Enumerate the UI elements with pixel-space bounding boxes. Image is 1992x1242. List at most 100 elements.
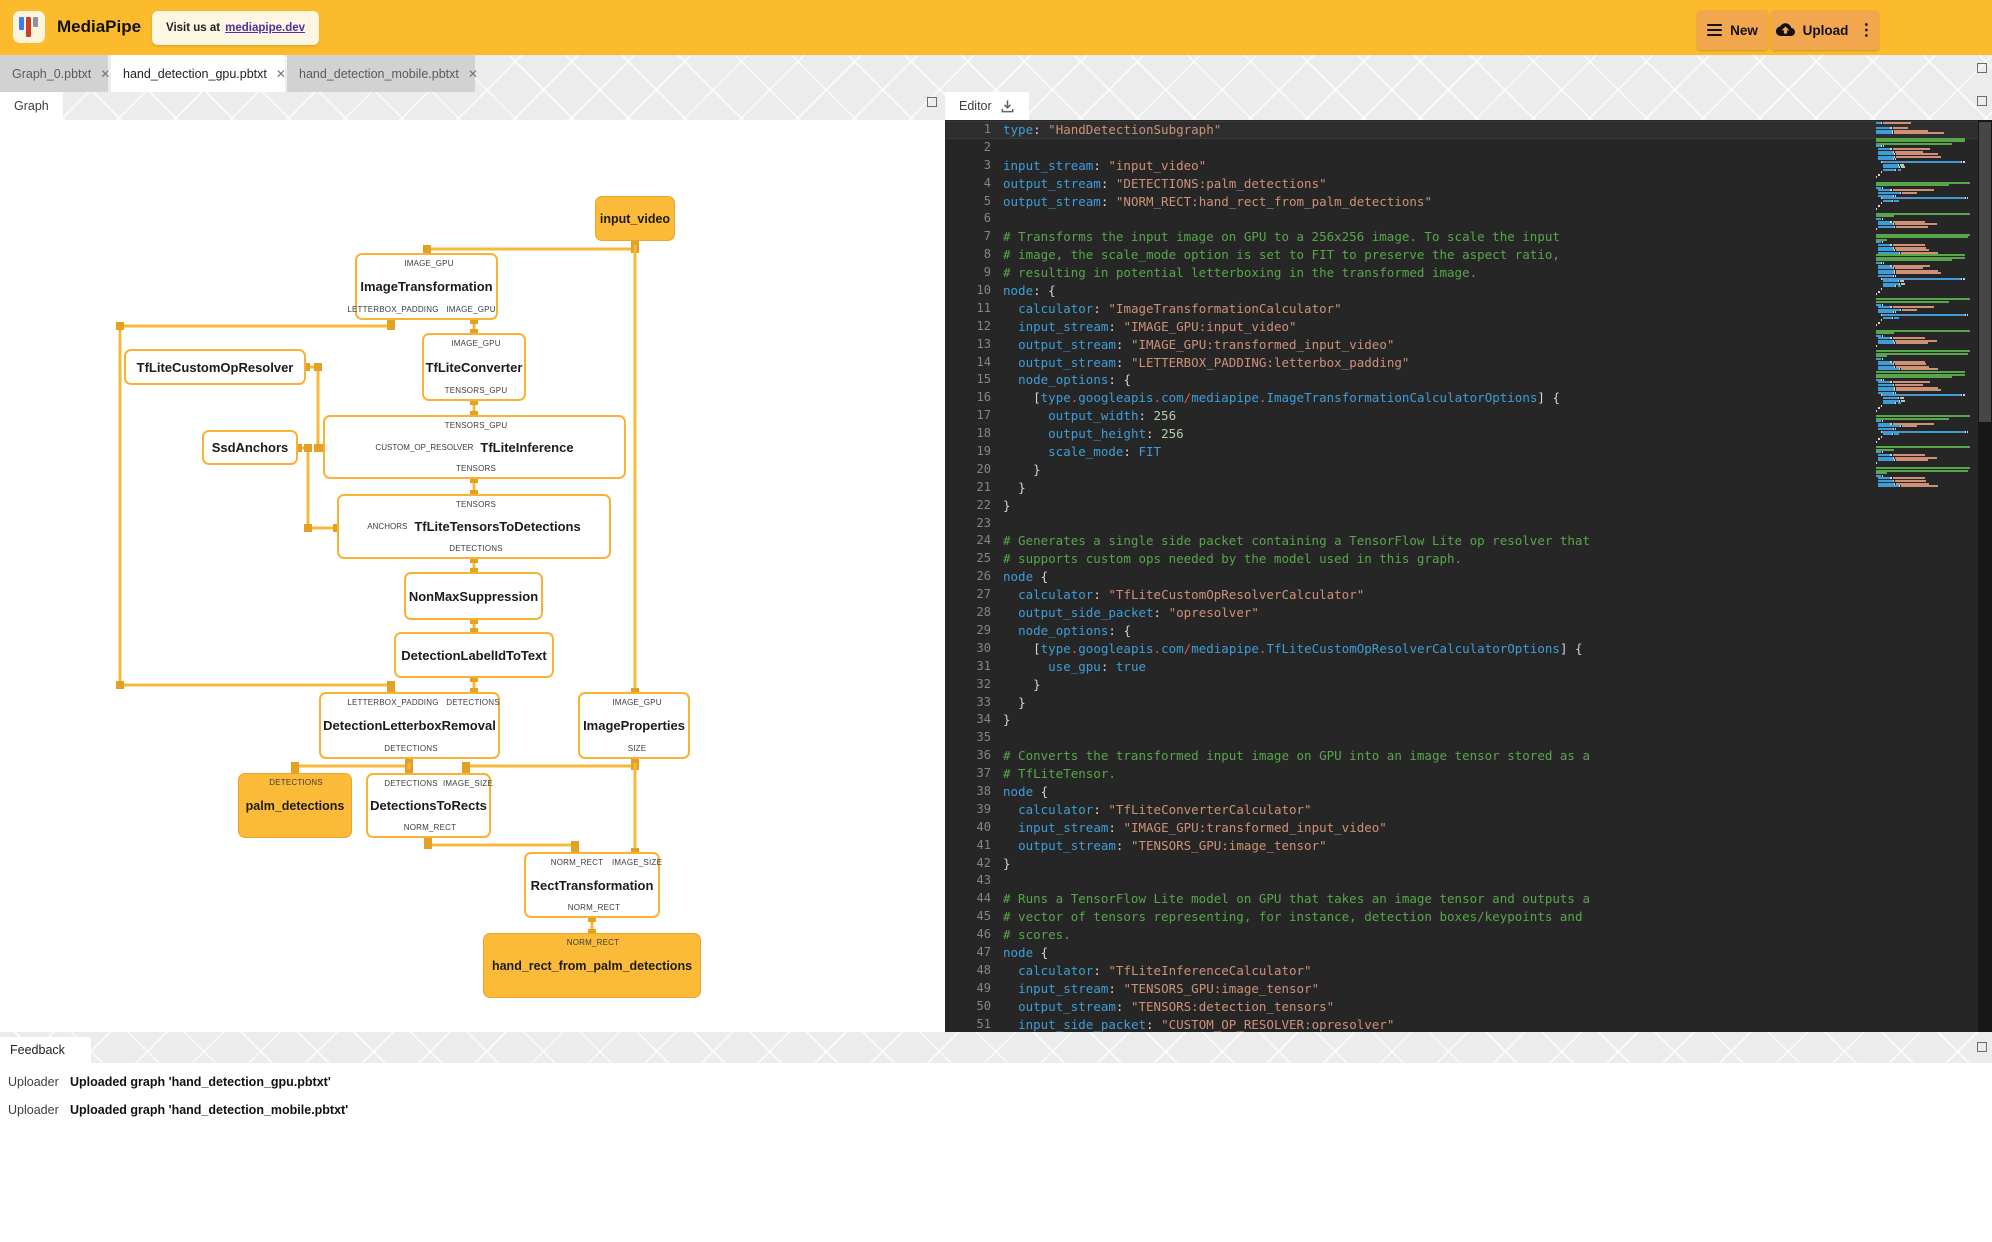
code-line[interactable]: 14 output_stream: "LETTERBOX_PADDING:let… — [945, 354, 1978, 372]
feedback-source: Uploader — [8, 1075, 59, 1089]
code-line[interactable]: 30 [type.googleapis.com/mediapipe.TfLite… — [945, 640, 1978, 658]
code-line[interactable]: 50 output_stream: "TENSORS:detection_ten… — [945, 998, 1978, 1016]
code-line[interactable]: 18 output_height: 256 — [945, 425, 1978, 443]
code-line[interactable]: 24 # Generates a single side packet conta… — [945, 532, 1978, 550]
tab-graph[interactable]: Graph — [0, 92, 63, 120]
code-line[interactable]: 38 node { — [945, 783, 1978, 801]
line-number: 40 — [976, 819, 991, 834]
graph-node-ImageProperties[interactable]: IMAGE_GPU ImageProperties SIZE — [578, 692, 690, 759]
file-tab[interactable]: Graph_0.pbtxt ✕ — [0, 55, 110, 92]
line-number: 47 — [976, 944, 991, 959]
code-line[interactable]: 10 node: { — [945, 282, 1978, 300]
feedback-tab-label: Feedback — [10, 1043, 65, 1057]
node-label: DetectionLabelIdToText — [401, 647, 547, 663]
code-line[interactable]: 23 — [945, 515, 1978, 533]
line-number: 35 — [976, 730, 991, 745]
file-tab[interactable]: hand_detection_mobile.pbtxt ✕ — [287, 55, 478, 92]
tab-close-icon[interactable]: ✕ — [468, 68, 478, 80]
code-line[interactable]: 37 # TfLiteTensor. — [945, 765, 1978, 783]
code-line[interactable]: 28 output_side_packet: "opresolver" — [945, 604, 1978, 622]
graph-node-TfLiteCustomOpResolver[interactable]: TfLiteCustomOpResolver — [124, 349, 306, 385]
code-line[interactable]: 11 calculator: "ImageTransformationCalcu… — [945, 300, 1978, 318]
code-line[interactable]: 5 output_stream: "NORM_RECT:hand_rect_fro… — [945, 193, 1978, 211]
code-line[interactable]: 41 output_stream: "TENSORS_GPU:image_ten… — [945, 837, 1978, 855]
tab-close-icon[interactable]: ✕ — [100, 68, 110, 80]
line-number: 1 — [983, 122, 991, 136]
code-line[interactable]: 46 # scores. — [945, 926, 1978, 944]
graph-node-TfLiteConverter[interactable]: IMAGE_GPU TfLiteConverter TENSORS_GPU — [422, 333, 526, 401]
node-label: DetectionsToRects — [370, 798, 487, 813]
file-tab[interactable]: hand_detection_gpu.pbtxt ✕ — [111, 55, 286, 92]
code-line[interactable]: 48 calculator: "TfLiteInferenceCalculato… — [945, 962, 1978, 980]
code-line[interactable]: 15 node_options: { — [945, 371, 1978, 389]
tab-close-icon[interactable]: ✕ — [276, 68, 286, 80]
code-line[interactable]: 34} — [945, 711, 1978, 729]
line-number: 34 — [976, 712, 991, 727]
feedback-source: Uploader — [8, 1103, 59, 1117]
graph-panel-expand-icon[interactable] — [927, 97, 937, 107]
code-line[interactable]: 6 — [945, 210, 1978, 228]
code-line[interactable]: 35 — [945, 729, 1978, 747]
mediapipe-dev-link[interactable]: mediapipe.dev — [225, 22, 305, 34]
code-line[interactable]: 40 input_stream: "IMAGE_GPU:transformed_… — [945, 819, 1978, 837]
new-button[interactable]: New — [1697, 10, 1768, 50]
code-line[interactable]: 39 calculator: "TfLiteConverterCalculato… — [945, 801, 1978, 819]
code-line[interactable]: 31 use_gpu: true — [945, 658, 1978, 676]
code-line[interactable]: 3 input_stream: "input_video" — [945, 157, 1978, 175]
graph-node-TfLiteInference[interactable]: TENSORS_GPU CUSTOM_OP_RESOLVER TfLiteInfer… — [323, 415, 626, 479]
graph-node-RectTransformation[interactable]: NORM_RECT IMAGE_SIZE RectTransformation NOR… — [524, 852, 662, 918]
download-icon[interactable] — [1000, 99, 1015, 114]
graph-node-hand_rect_from_palm_detections[interactable]: NORM_RECT hand_rect_from_palm_detections — [483, 933, 701, 998]
code-line[interactable]: 47 node { — [945, 944, 1978, 962]
kebab-menu-icon[interactable]: ⋮ — [1858, 20, 1874, 40]
tab-feedback[interactable]: Feedback — [0, 1037, 91, 1063]
upload-button[interactable]: Upload ⋮ — [1771, 10, 1879, 50]
line-number: 12 — [976, 318, 991, 333]
editor-scrollbar-thumb[interactable] — [1979, 122, 1991, 422]
code-line[interactable]: 43 — [945, 872, 1978, 890]
editor-minimap[interactable] — [1876, 122, 1972, 488]
graph-canvas[interactable]: input_video IMAGE_GPU ImageTransformation L… — [0, 120, 945, 1032]
graph-node-input_video[interactable]: input_video — [595, 196, 675, 241]
graph-node-DetectionLetterboxRemoval[interactable]: LETTERBOX_PADDING DETECTIONS DetectionLett… — [319, 692, 500, 759]
code-line[interactable]: 27 calculator: "TfLiteCustomOpResolverCa… — [945, 586, 1978, 604]
graph-node-DetectionsToRects[interactable]: DETECTIONS IMAGE_SIZE DetectionsToRects NOR… — [366, 773, 493, 838]
tab-editor[interactable]: Editor — [945, 92, 1029, 120]
code-line[interactable]: 9 # resulting in potential letterboxing i… — [945, 264, 1978, 282]
code-line[interactable]: 45 # vector of tensors representing, for … — [945, 908, 1978, 926]
code-line[interactable]: 25 # supports custom ops needed by the mo… — [945, 550, 1978, 568]
code-line[interactable]: 36 # Converts the transformed input image… — [945, 747, 1978, 765]
code-line[interactable]: 22} — [945, 497, 1978, 515]
graph-node-TfLiteTensorsToDetections[interactable]: TENSORS ANCHORS TfLiteTensorsToDetections D… — [337, 494, 611, 559]
code-line[interactable]: 33 } — [945, 694, 1978, 712]
line-number: 7 — [983, 229, 991, 244]
code-line[interactable]: 12 input_stream: "IMAGE_GPU:input_video" — [945, 318, 1978, 336]
code-line[interactable]: 21 } — [945, 479, 1978, 497]
graph-node-DetectionLabelIdToText[interactable]: DetectionLabelIdToText — [394, 632, 554, 678]
code-line[interactable]: 29 node_options: { — [945, 622, 1978, 640]
graph-node-ImageTransformation[interactable]: IMAGE_GPU ImageTransformation LETTERBOX_PA… — [347, 253, 498, 320]
graph-node-NonMaxSuppression[interactable]: NonMaxSuppression — [404, 572, 543, 620]
code-line[interactable]: 16 [type.googleapis.com/mediapipe.ImageT… — [945, 389, 1978, 407]
graph-node-palm_detections[interactable]: DETECTIONS palm_detections — [238, 773, 352, 838]
graph-node-SsdAnchors[interactable]: SsdAnchors — [202, 430, 298, 465]
code-line[interactable]: 13 output_stream: "IMAGE_GPU:transformed… — [945, 336, 1978, 354]
code-line[interactable]: 17 output_width: 256 — [945, 407, 1978, 425]
code-line[interactable]: 42} — [945, 855, 1978, 873]
code-line[interactable]: 7 # Transforms the input image on GPU to … — [945, 228, 1978, 246]
code-line[interactable]: 44 # Runs a TensorFlow Lite model on GPU … — [945, 890, 1978, 908]
code-line[interactable]: 2 — [945, 139, 1978, 157]
code-line[interactable]: 4 output_stream: "DETECTIONS:palm_detecti… — [945, 175, 1978, 193]
editor-panel-expand-icon[interactable] — [1977, 96, 1987, 106]
code-line[interactable]: 51 input_side_packet: "CUSTOM_OP_RESOLVE… — [945, 1016, 1978, 1032]
code-line[interactable]: 1 type: "HandDetectionSubgraph" — [945, 121, 1978, 139]
code-line[interactable]: 32 } — [945, 676, 1978, 694]
code-line[interactable]: 49 input_stream: "TENSORS_GPU:image_tens… — [945, 980, 1978, 998]
line-number: 4 — [983, 175, 991, 190]
code-line[interactable]: 26 node { — [945, 568, 1978, 586]
tabs-row-expand-icon[interactable] — [1977, 63, 1987, 73]
code-area[interactable]: 1 type: "HandDetectionSubgraph" 2 3 input_st… — [945, 121, 1978, 1032]
code-line[interactable]: 19 scale_mode: FIT — [945, 443, 1978, 461]
code-line[interactable]: 8 # image, the scale_mode option is set t… — [945, 246, 1978, 264]
code-line[interactable]: 20 } — [945, 461, 1978, 479]
